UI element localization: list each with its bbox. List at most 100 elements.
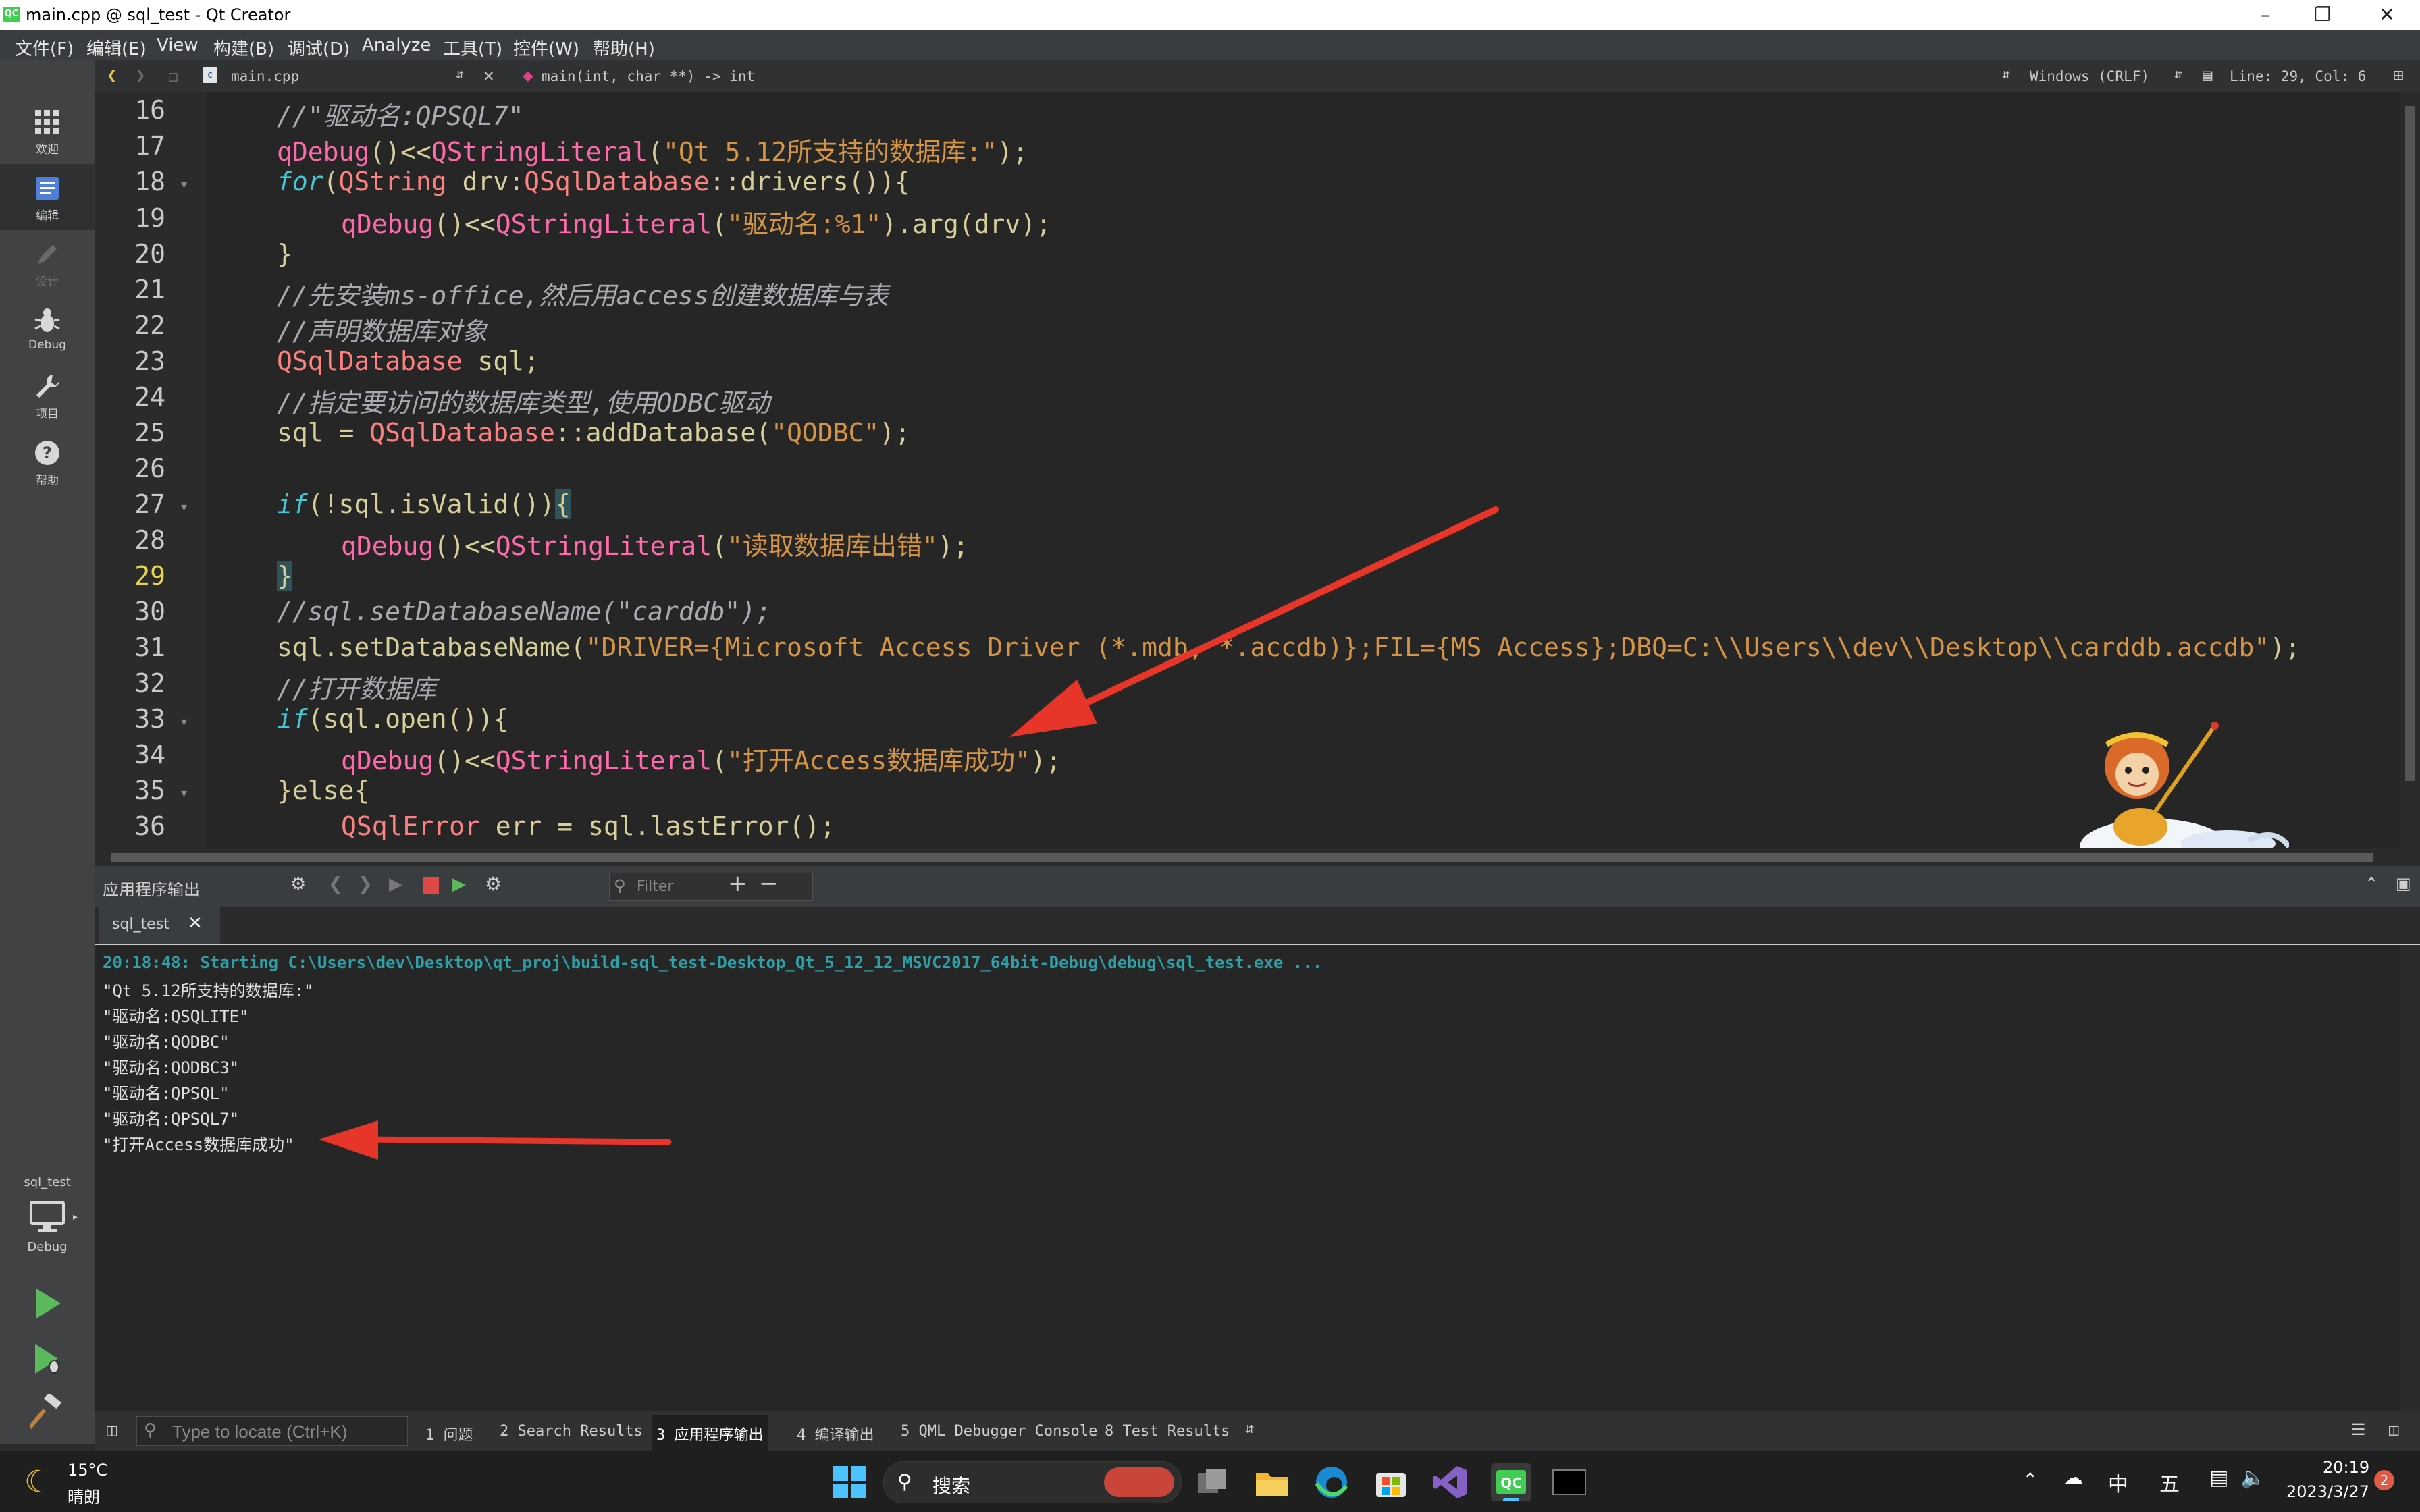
visual-studio-button[interactable]: [1431, 1463, 1469, 1501]
menu-edit[interactable]: 编辑(E): [86, 35, 147, 60]
mode-projects[interactable]: 项目: [0, 362, 95, 429]
menu-help[interactable]: 帮助(H): [593, 35, 655, 60]
maximize-pane-icon[interactable]: ⌃: [2365, 874, 2378, 893]
stop-button[interactable]: [423, 878, 439, 894]
menu-debug[interactable]: 调试(D): [288, 35, 350, 60]
mode-welcome[interactable]: 欢迎: [0, 98, 95, 164]
next-arrow-icon[interactable]: ❯: [358, 874, 373, 894]
kit-selector[interactable]: ▸ Debug: [0, 1201, 95, 1275]
zoom-out-icon[interactable]: −: [759, 870, 779, 897]
mode-debug[interactable]: Debug: [0, 296, 95, 362]
notification-badge[interactable]: 2: [2374, 1470, 2394, 1490]
toggle-sidebar-icon[interactable]: ◫: [107, 1420, 117, 1440]
tab-test-results[interactable]: 8 Test Results: [1105, 1423, 1230, 1440]
speaker-icon[interactable]: 🔈: [2240, 1466, 2265, 1490]
qt-creator-taskbar-button[interactable]: QC: [1491, 1463, 1531, 1501]
menu-view[interactable]: View: [157, 35, 199, 55]
scrollbar-thumb[interactable]: [111, 853, 2373, 862]
close-pane-icon[interactable]: ▣: [2396, 874, 2411, 893]
menu-controls[interactable]: 控件(W): [513, 35, 579, 60]
tab-qml-debugger-console[interactable]: 5 QML Debugger Console: [901, 1423, 1097, 1440]
output-line: "驱动名:QPSQL7": [103, 1110, 240, 1129]
progress-details-icon[interactable]: ☰: [2351, 1420, 2366, 1439]
prev-arrow-icon[interactable]: ❮: [328, 874, 343, 894]
scrollbar-thumb[interactable]: [2405, 106, 2415, 781]
mode-help[interactable]: ? 帮助: [0, 429, 95, 495]
editor-vertical-scrollbar[interactable]: [2400, 92, 2420, 848]
menu-analyze[interactable]: Analyze: [362, 35, 431, 55]
fold-arrow-icon[interactable]: ▾: [181, 786, 187, 801]
settings-gear-icon[interactable]: ⚙: [485, 873, 502, 895]
comment: //打开数据库: [277, 674, 436, 704]
fold-arrow-icon[interactable]: ▾: [181, 715, 187, 729]
start-button[interactable]: [831, 1463, 868, 1501]
menu-file[interactable]: 文件(F): [15, 35, 74, 60]
search-label: 搜索: [932, 1475, 971, 1497]
title-bar: QC main.cpp @ sql_test - Qt Creator – ❐ …: [0, 0, 2420, 30]
code-line: //先安装ms-office,然后用access创建数据库与表: [277, 275, 889, 312]
zoom-in-icon[interactable]: +: [728, 870, 747, 897]
close-window-button[interactable]: ✕: [2357, 1, 2417, 28]
editor-horizontal-scrollbar[interactable]: [95, 848, 2420, 866]
back-arrow-icon[interactable]: ❮: [107, 65, 117, 86]
terminal-button[interactable]: [1550, 1463, 1588, 1501]
clock-time[interactable]: 20:19: [2323, 1458, 2369, 1477]
moon-weather-icon[interactable]: ☾: [24, 1465, 51, 1499]
ime-mode[interactable]: 中: [2108, 1467, 2128, 1497]
tab-compile-output[interactable]: 4 编译输出: [797, 1423, 874, 1444]
maximize-button[interactable]: ❐: [2292, 1, 2353, 28]
line-number: 31: [134, 632, 165, 662]
application-output[interactable]: 20:18:48: Starting C:\Users\dev\Desktop\…: [95, 945, 2400, 1411]
keyword: for: [277, 167, 323, 196]
kit-config-label: Debug: [27, 1240, 68, 1254]
cursor-position[interactable]: Line: 29, Col: 6: [2230, 68, 2366, 84]
mode-edit[interactable]: 编辑: [0, 164, 95, 230]
close-file-icon[interactable]: ✕: [483, 65, 494, 86]
menu-tools[interactable]: 工具(T): [443, 35, 502, 60]
attach-icon[interactable]: ⚙: [290, 874, 306, 894]
more-tabs-icon[interactable]: ⇵: [1245, 1420, 1254, 1437]
menu-build[interactable]: 构建(B): [213, 35, 274, 60]
output-filter-input[interactable]: ⚲ Filter: [609, 873, 813, 901]
token: );: [1030, 746, 1061, 776]
tab-issues[interactable]: 1 问题: [425, 1423, 473, 1444]
fold-arrow-icon[interactable]: ▾: [181, 178, 187, 192]
toggle-right-sidebar-icon[interactable]: ◫: [2389, 1420, 2398, 1439]
debug-icon[interactable]: ▶: [452, 874, 466, 894]
build-button[interactable]: [28, 1392, 65, 1429]
symbol-selector[interactable]: main(int, char **) -> int: [542, 68, 755, 84]
output-tab-sql-test[interactable]: sql_test ✕: [99, 907, 220, 944]
code-line: //声明数据库对象: [277, 310, 488, 348]
weather-temperature[interactable]: 15°C: [68, 1461, 107, 1480]
rerun-icon[interactable]: ▶: [389, 874, 402, 894]
mode-design[interactable]: 设计: [0, 230, 95, 296]
taskbar-search-box[interactable]: ⚲ 搜索: [883, 1461, 1182, 1503]
split-editor-icon[interactable]: ⊞: [2393, 65, 2404, 86]
tab-search-results[interactable]: 2 Search Results: [500, 1423, 643, 1440]
run-button[interactable]: [30, 1286, 65, 1321]
onedrive-cloud-icon[interactable]: ☁: [2063, 1466, 2083, 1490]
task-view-button[interactable]: [1194, 1463, 1232, 1501]
string-literal: "读取数据库出错": [727, 531, 938, 561]
symbol-dropdown-icon[interactable]: ⇵: [2002, 65, 2010, 82]
file-selector[interactable]: main.cpp: [231, 68, 299, 84]
locator-input[interactable]: ⚲ Type to locate (Ctrl+K): [136, 1416, 408, 1446]
line-ending-selector[interactable]: Windows (CRLF): [2030, 68, 2149, 84]
clock-date[interactable]: 2023/3/27: [2286, 1482, 2369, 1501]
network-icon[interactable]: ▤: [2209, 1466, 2228, 1490]
weather-description[interactable]: 晴朗: [68, 1484, 100, 1507]
close-tab-icon[interactable]: ✕: [188, 913, 203, 934]
ime-layout[interactable]: 五: [2159, 1467, 2180, 1497]
file-explorer-button[interactable]: [1253, 1463, 1291, 1501]
tab-application-output[interactable]: 3 应用程序输出: [652, 1415, 768, 1453]
fold-arrow-icon[interactable]: ▾: [181, 500, 187, 514]
line-ending-dropdown-icon[interactable]: ⇵: [2174, 65, 2182, 82]
edge-browser-button[interactable]: [1313, 1463, 1350, 1501]
chevron-up-icon[interactable]: ⌃: [2022, 1469, 2038, 1491]
file-dropdown-icon[interactable]: ⇵: [456, 65, 464, 82]
code-editor[interactable]: //"驱动名:QPSQL7" qDebug()<<QStringLiteral(…: [206, 92, 2400, 848]
minimize-button[interactable]: –: [2235, 1, 2296, 28]
microsoft-store-button[interactable]: [1372, 1463, 1410, 1501]
start-debugging-button[interactable]: [30, 1341, 65, 1376]
forward-arrow-icon[interactable]: ❯: [135, 65, 146, 86]
